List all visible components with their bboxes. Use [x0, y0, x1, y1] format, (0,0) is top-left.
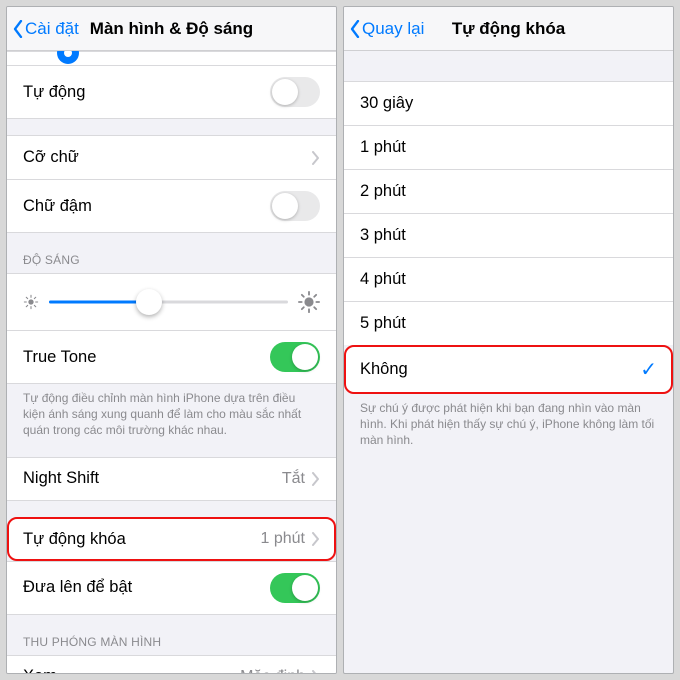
auto-appearance-toggle[interactable] — [270, 77, 320, 107]
content-scroll[interactable]: 30 giây 1 phút 2 phút 3 phút 4 phút 5 phút Khô… — [344, 51, 673, 673]
option-label: 2 phút — [360, 182, 657, 201]
back-button[interactable]: Cài đặt — [13, 19, 79, 39]
bold-text-toggle[interactable] — [270, 191, 320, 221]
chevron-right-icon — [311, 151, 320, 165]
true-tone-desc: Tự động điều chỉnh màn hình iPhone dựa t… — [7, 384, 336, 441]
raise-to-wake-toggle[interactable] — [270, 573, 320, 603]
back-label: Cài đặt — [25, 19, 79, 39]
night-shift-value: Tắt — [282, 470, 305, 488]
display-zoom-label: Xem — [23, 667, 240, 673]
display-zoom-value: Mặc định — [240, 668, 305, 673]
auto-lock-option[interactable]: 30 giây — [344, 81, 673, 125]
option-label: 4 phút — [360, 270, 657, 289]
back-button[interactable]: Quay lại — [350, 19, 424, 39]
content-scroll[interactable]: Tự động Cỡ chữ Chữ đậm ĐỘ SÁNG — [7, 51, 336, 673]
auto-lock-screen: Quay lại Tự động khóa 30 giây 1 phút 2 phú… — [343, 6, 674, 674]
settings-display-brightness-screen: Cài đặt Màn hình & Độ sáng Tự động Cỡ ch… — [6, 6, 337, 674]
auto-lock-options-group: 30 giây 1 phút 2 phút 3 phút 4 phút 5 phút Khô… — [344, 81, 673, 394]
auto-lock-option[interactable]: 5 phút — [344, 301, 673, 345]
text-size-label: Cỡ chữ — [23, 148, 311, 167]
chevron-right-icon — [311, 532, 320, 546]
brightness-slider-row — [7, 273, 336, 330]
chevron-right-icon — [311, 472, 320, 486]
bold-text-label: Chữ đậm — [23, 197, 270, 216]
auto-appearance-label: Tự động — [23, 83, 270, 102]
chevron-left-icon — [350, 20, 360, 38]
back-label: Quay lại — [362, 19, 424, 39]
auto-lock-option[interactable]: 3 phút — [344, 213, 673, 257]
raise-to-wake-row[interactable]: Đưa lên để bật — [7, 561, 336, 615]
auto-lock-option[interactable]: 2 phút — [344, 169, 673, 213]
nav-title: Tự động khóa — [452, 19, 565, 39]
chevron-right-icon — [311, 670, 320, 673]
sun-large-icon — [298, 291, 320, 313]
auto-lock-row[interactable]: Tự động khóa 1 phút — [7, 517, 336, 561]
true-tone-toggle[interactable] — [270, 342, 320, 372]
display-zoom-row[interactable]: Xem Mặc định — [7, 655, 336, 673]
nav-bar: Cài đặt Màn hình & Độ sáng — [7, 7, 336, 51]
night-shift-label: Night Shift — [23, 469, 282, 488]
checkmark-icon: ✓ — [640, 357, 657, 382]
option-label: 3 phút — [360, 226, 657, 245]
chevron-left-icon — [13, 20, 23, 38]
brightness-slider[interactable] — [49, 288, 288, 316]
auto-lock-value: 1 phút — [261, 530, 305, 548]
sun-small-icon — [23, 294, 39, 310]
option-label: 30 giây — [360, 94, 657, 113]
auto-lock-label: Tự động khóa — [23, 530, 261, 549]
auto-lock-option[interactable]: Không✓ — [344, 345, 673, 394]
bold-text-row[interactable]: Chữ đậm — [7, 179, 336, 233]
option-label: 5 phút — [360, 314, 657, 333]
text-size-row[interactable]: Cỡ chữ — [7, 135, 336, 179]
brightness-header: ĐỘ SÁNG — [7, 249, 336, 273]
option-label: 1 phút — [360, 138, 657, 157]
true-tone-label: True Tone — [23, 348, 270, 367]
auto-appearance-row[interactable]: Tự động — [7, 65, 336, 119]
nav-title: Màn hình & Độ sáng — [90, 19, 253, 39]
option-label: Không — [360, 360, 640, 379]
zoom-header: THU PHÓNG MÀN HÌNH — [7, 631, 336, 655]
raise-to-wake-label: Đưa lên để bật — [23, 578, 270, 597]
night-shift-row[interactable]: Night Shift Tắt — [7, 457, 336, 501]
auto-lock-option[interactable]: 1 phút — [344, 125, 673, 169]
auto-lock-option[interactable]: 4 phút — [344, 257, 673, 301]
auto-lock-desc: Sự chú ý được phát hiện khi bạn đang nhì… — [344, 394, 673, 451]
appearance-radio-peek — [7, 51, 336, 65]
nav-bar: Quay lại Tự động khóa — [344, 7, 673, 51]
true-tone-row[interactable]: True Tone — [7, 330, 336, 384]
